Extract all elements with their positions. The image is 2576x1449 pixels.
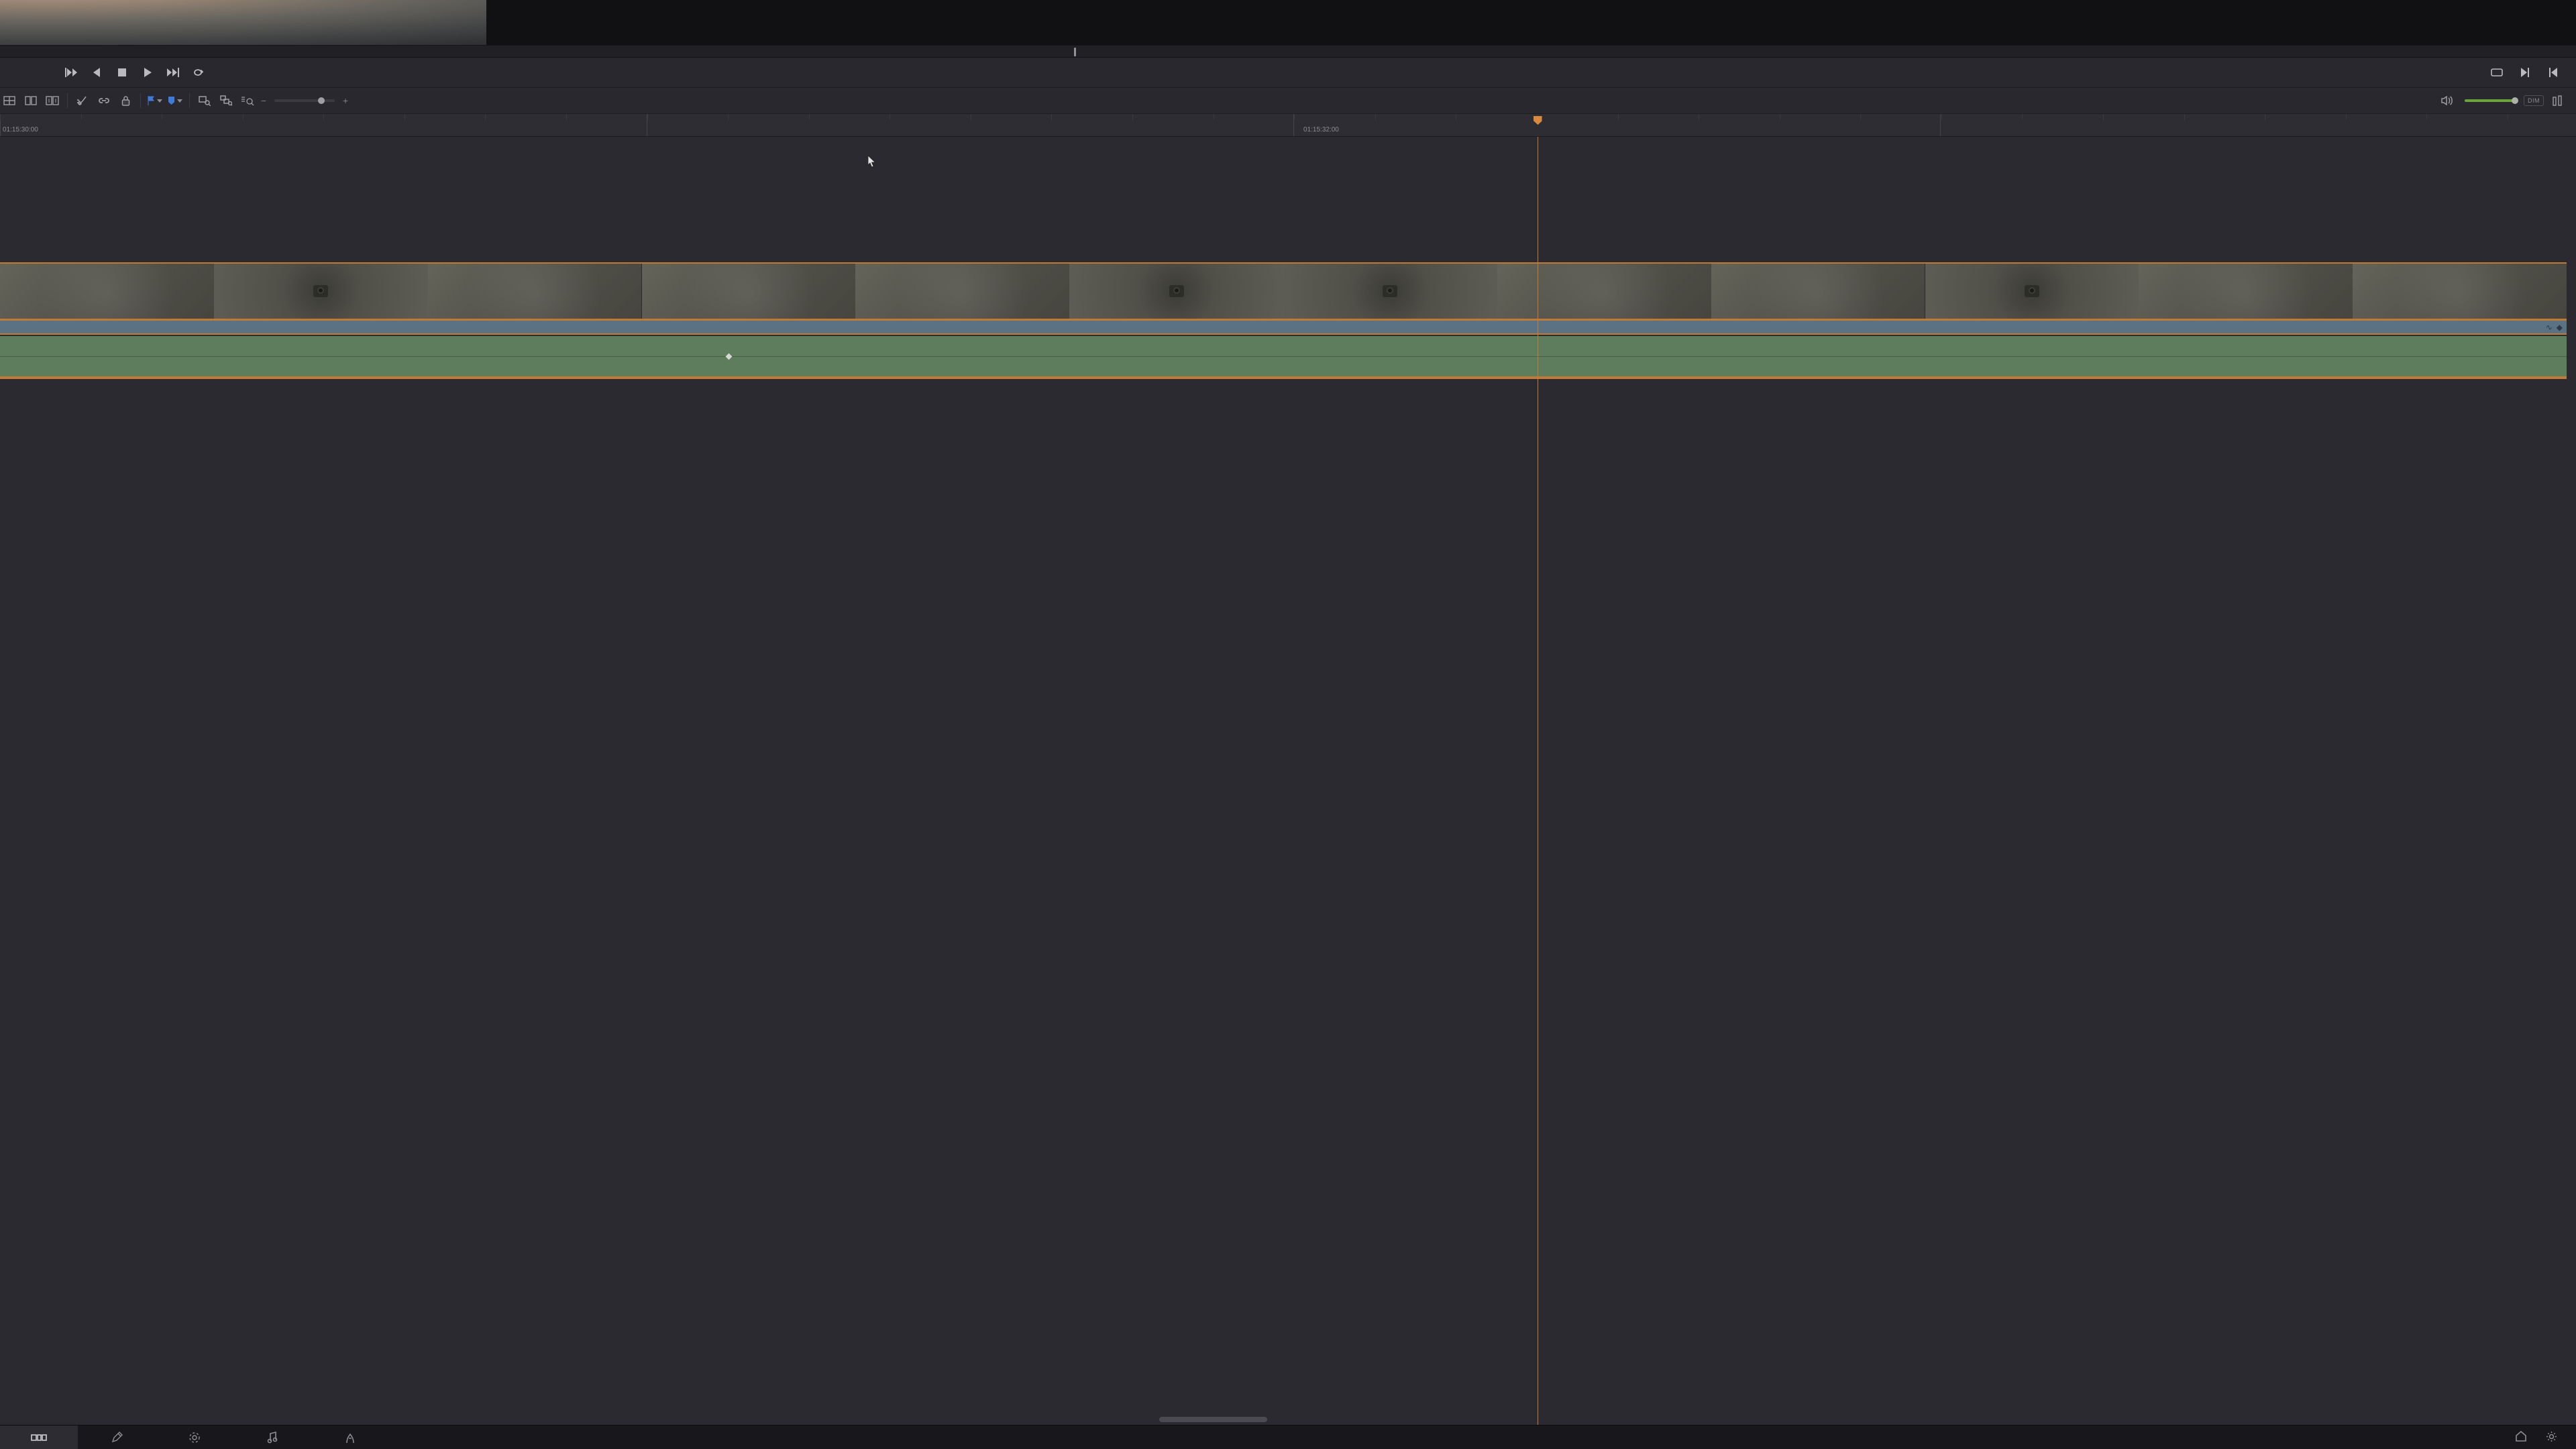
- clip-thumbnail[interactable]: [1497, 264, 1711, 319]
- timeline-viewer[interactable]: [486, 0, 2576, 45]
- clip-thumbnail[interactable]: [855, 264, 1069, 319]
- timeline-ruler[interactable]: 01:15:30:00 01:15:32:00: [0, 114, 2576, 137]
- meter-toggle-button[interactable]: [2551, 90, 2564, 111]
- subtitle-track-button[interactable]: [42, 90, 63, 111]
- zoom-out-button[interactable]: −: [258, 95, 269, 106]
- video-clip-strip[interactable]: ∿ ◆: [0, 320, 2567, 335]
- clip-thumbnail[interactable]: [1925, 264, 2139, 319]
- video-track-1[interactable]: [0, 262, 2567, 320]
- chevron-down-icon: [157, 97, 162, 105]
- clip-thumbnail[interactable]: [2139, 264, 2353, 319]
- jog-bar[interactable]: [0, 45, 2576, 58]
- loop-button[interactable]: [192, 66, 205, 79]
- first-frame-button[interactable]: [64, 66, 78, 79]
- replace-clip-button[interactable]: [215, 90, 237, 111]
- timecode-label: 01:15:32:00: [1303, 126, 1339, 133]
- transport-right: [2490, 66, 2576, 79]
- volume-knob[interactable]: [2512, 97, 2518, 104]
- timeline-toolbar: − + DIM: [0, 87, 2576, 114]
- timeline-scrollbar[interactable]: [1159, 1417, 1267, 1422]
- page-cut[interactable]: [0, 1426, 78, 1449]
- separator: [140, 93, 141, 108]
- find-clip-button[interactable]: [194, 90, 215, 111]
- clip-thumbnail[interactable]: [642, 264, 856, 319]
- match-frame-button[interactable]: [2490, 66, 2504, 79]
- timeline-area[interactable]: ∿ ◆: [0, 137, 2576, 1425]
- clip-thumbnail[interactable]: [0, 264, 214, 319]
- step-back-button[interactable]: [90, 66, 103, 79]
- playhead-handle[interactable]: [1534, 116, 1542, 125]
- link-button[interactable]: [93, 90, 115, 111]
- transport-bar: [0, 58, 2576, 87]
- viewer-area: [0, 0, 2576, 45]
- audio-midline: [0, 356, 2567, 357]
- go-to-end-button[interactable]: [2546, 66, 2560, 79]
- page-nav-right: [2515, 1431, 2576, 1444]
- marker-icon: [168, 96, 175, 105]
- clip-thumbnail[interactable]: [428, 264, 642, 319]
- toolbar-right: DIM: [2436, 90, 2576, 111]
- track-divider: [0, 378, 2567, 379]
- page-fusion[interactable]: [156, 1426, 233, 1449]
- marker-button[interactable]: [165, 90, 185, 111]
- home-button[interactable]: [2515, 1431, 2527, 1444]
- page-fairlight[interactable]: [233, 1426, 311, 1449]
- audio-keyframe[interactable]: [726, 353, 733, 360]
- custom-zoom-button[interactable]: [237, 90, 258, 111]
- lock-button[interactable]: [115, 90, 136, 111]
- volume-fill: [2465, 99, 2515, 102]
- zoom-slider[interactable]: [274, 99, 335, 102]
- flag-icon: [148, 96, 155, 105]
- flag-button[interactable]: [145, 90, 165, 111]
- page-edit[interactable]: [78, 1426, 156, 1449]
- clip-thumbnail[interactable]: [1069, 264, 1283, 319]
- timecode-label: 01:15:30:00: [3, 126, 38, 133]
- stop-button[interactable]: [115, 66, 129, 79]
- clip-thumbnail[interactable]: [1283, 264, 1497, 319]
- clip-thumbnail[interactable]: [214, 264, 428, 319]
- volume-slider[interactable]: [2465, 99, 2517, 102]
- jog-position[interactable]: [1074, 48, 1076, 56]
- play-button[interactable]: [141, 66, 154, 79]
- transport-group: [0, 66, 205, 79]
- mute-button[interactable]: [2436, 90, 2458, 111]
- razor-button[interactable]: [72, 90, 93, 111]
- clip-thumbnail[interactable]: [2353, 264, 2567, 319]
- stacked-timeline-button[interactable]: [20, 90, 42, 111]
- project-settings-button[interactable]: [2546, 1431, 2557, 1444]
- clip-thumbnail[interactable]: [1711, 264, 1925, 319]
- keyframe-icon[interactable]: ◆: [2557, 323, 2563, 332]
- source-viewer[interactable]: [0, 0, 486, 45]
- timeline-view-button[interactable]: [0, 90, 20, 111]
- audio-track-1[interactable]: [0, 336, 2567, 378]
- zoom-knob[interactable]: [318, 97, 325, 104]
- zoom-in-button[interactable]: +: [340, 95, 351, 106]
- dim-button[interactable]: DIM: [2524, 95, 2544, 106]
- separator: [189, 93, 190, 108]
- page-nav: [0, 1425, 2576, 1449]
- curve-icon[interactable]: ∿: [2546, 323, 2553, 332]
- last-frame-button[interactable]: [2518, 66, 2532, 79]
- page-deliver[interactable]: [311, 1426, 389, 1449]
- mouse-cursor-icon: [868, 156, 877, 168]
- chevron-down-icon: [177, 97, 182, 105]
- next-clip-button[interactable]: [166, 66, 180, 79]
- separator: [67, 93, 68, 108]
